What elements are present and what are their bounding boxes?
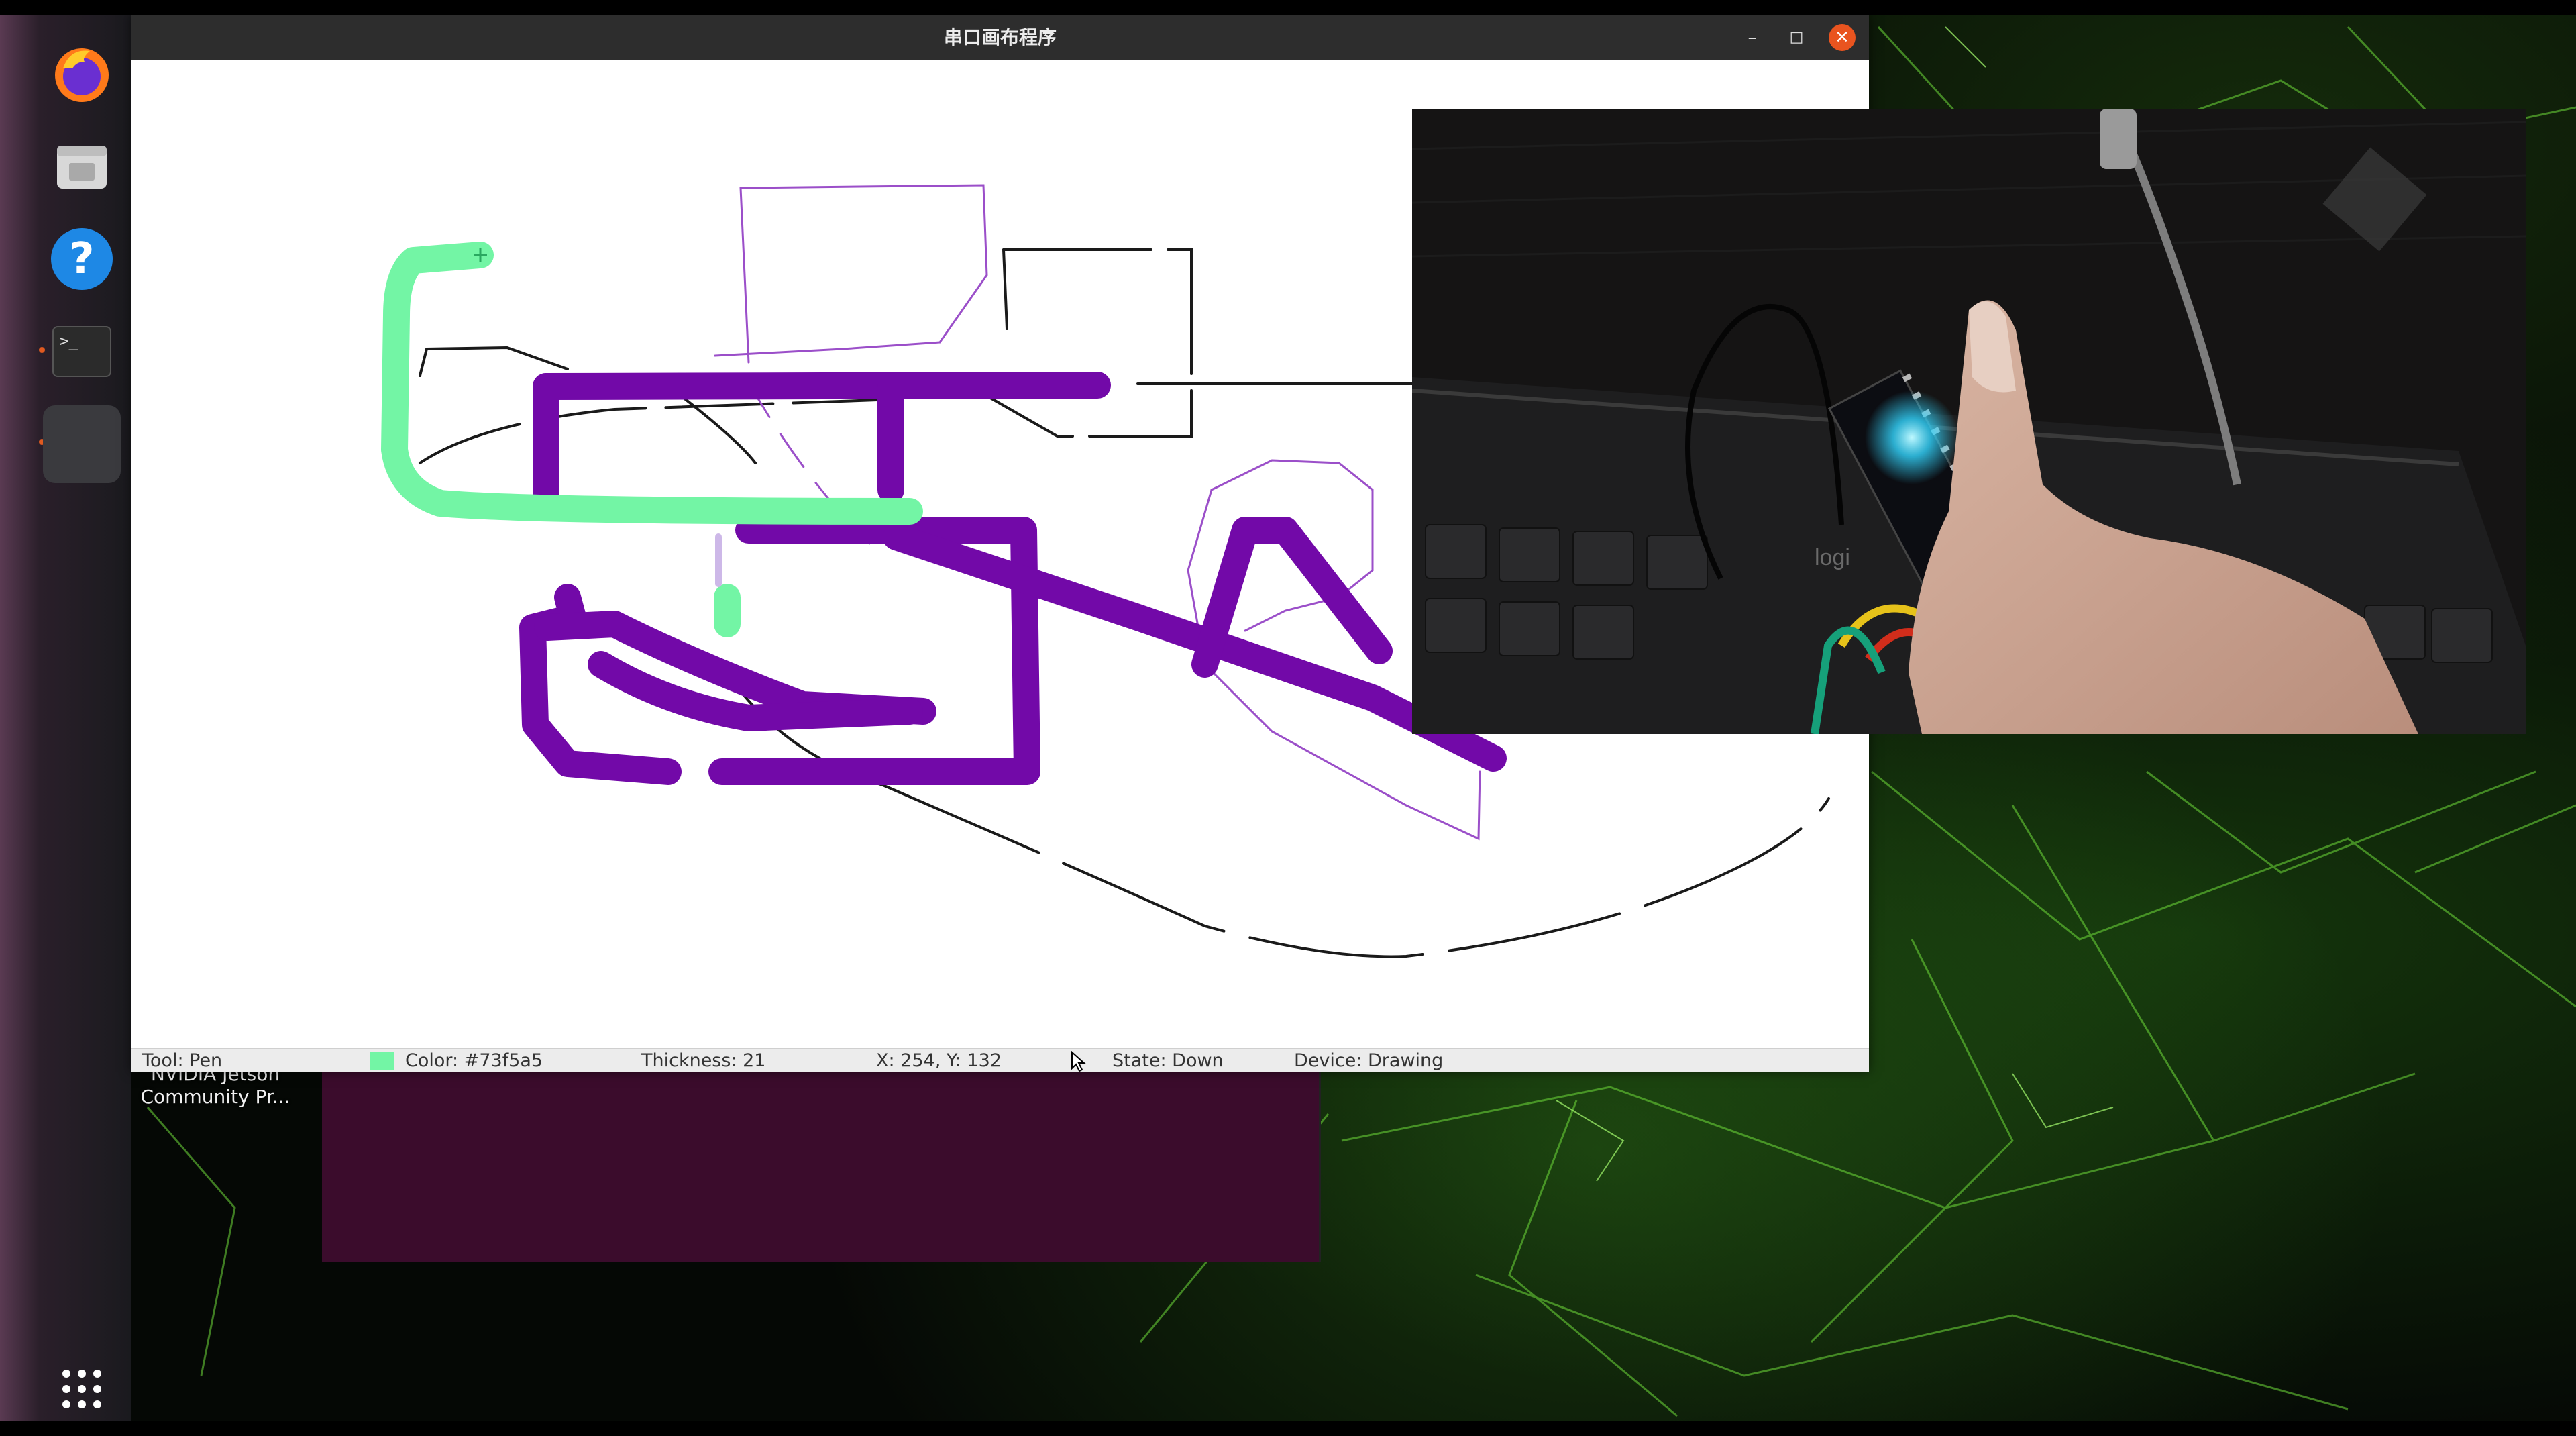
status-color: Color: #73f5a5 <box>405 1050 543 1071</box>
dock: ? >_ <box>0 15 131 1421</box>
close-button[interactable]: ✕ <box>1829 24 1856 51</box>
bottom-letterbox <box>0 1421 2576 1436</box>
blue-led <box>1865 391 1959 484</box>
camera-video-overlay: logi <box>1412 109 2526 734</box>
terminal-icon: >_ <box>52 326 111 377</box>
status-coords: X: 254, Y: 132 <box>876 1050 1002 1071</box>
window-titlebar[interactable]: 串口画布程序 – □ ✕ <box>131 15 1869 60</box>
thick-purple-strokes <box>519 372 1507 785</box>
dock-item-firefox[interactable] <box>43 35 121 113</box>
window-title: 串口画布程序 <box>943 26 1057 48</box>
files-icon <box>57 146 107 189</box>
desktop-screen: ? >_ NVIDIA Jetson Community Pr... 串口画布程… <box>0 0 2576 1436</box>
status-state: State: Down <box>1112 1050 1224 1071</box>
active-app-icon <box>62 424 102 464</box>
top-letterbox <box>0 0 2576 15</box>
firefox-icon <box>55 48 109 102</box>
keyboard-brand: logi <box>1815 545 1850 570</box>
help-icon: ? <box>51 228 113 290</box>
dock-item-files[interactable] <box>43 127 121 205</box>
maximize-button[interactable]: □ <box>1783 24 1810 51</box>
dock-item-help[interactable]: ? <box>43 220 121 298</box>
dock-item-active-app[interactable] <box>43 405 121 483</box>
dock-show-apps[interactable] <box>43 1350 121 1428</box>
terminal-window[interactable] <box>322 1067 1321 1262</box>
apps-grid-icon <box>62 1370 101 1408</box>
camera-scene: logi <box>1412 109 2526 734</box>
status-device: Device: Drawing <box>1294 1050 1444 1071</box>
minimize-button[interactable]: – <box>1739 24 1766 51</box>
status-bar: Tool: Pen Color: #73f5a5 Thickness: 21 X… <box>131 1048 1869 1072</box>
dock-item-terminal[interactable]: >_ <box>43 313 121 391</box>
status-color-swatch <box>370 1052 394 1070</box>
green-strokes <box>381 242 923 637</box>
status-thickness: Thickness: 21 <box>641 1050 766 1071</box>
mouse-pointer-icon <box>1071 1051 1086 1072</box>
usb-plug <box>2100 109 2137 169</box>
desktop-icon-label-line2: Community Pr... <box>140 1086 290 1108</box>
status-tool: Tool: Pen <box>142 1050 223 1071</box>
